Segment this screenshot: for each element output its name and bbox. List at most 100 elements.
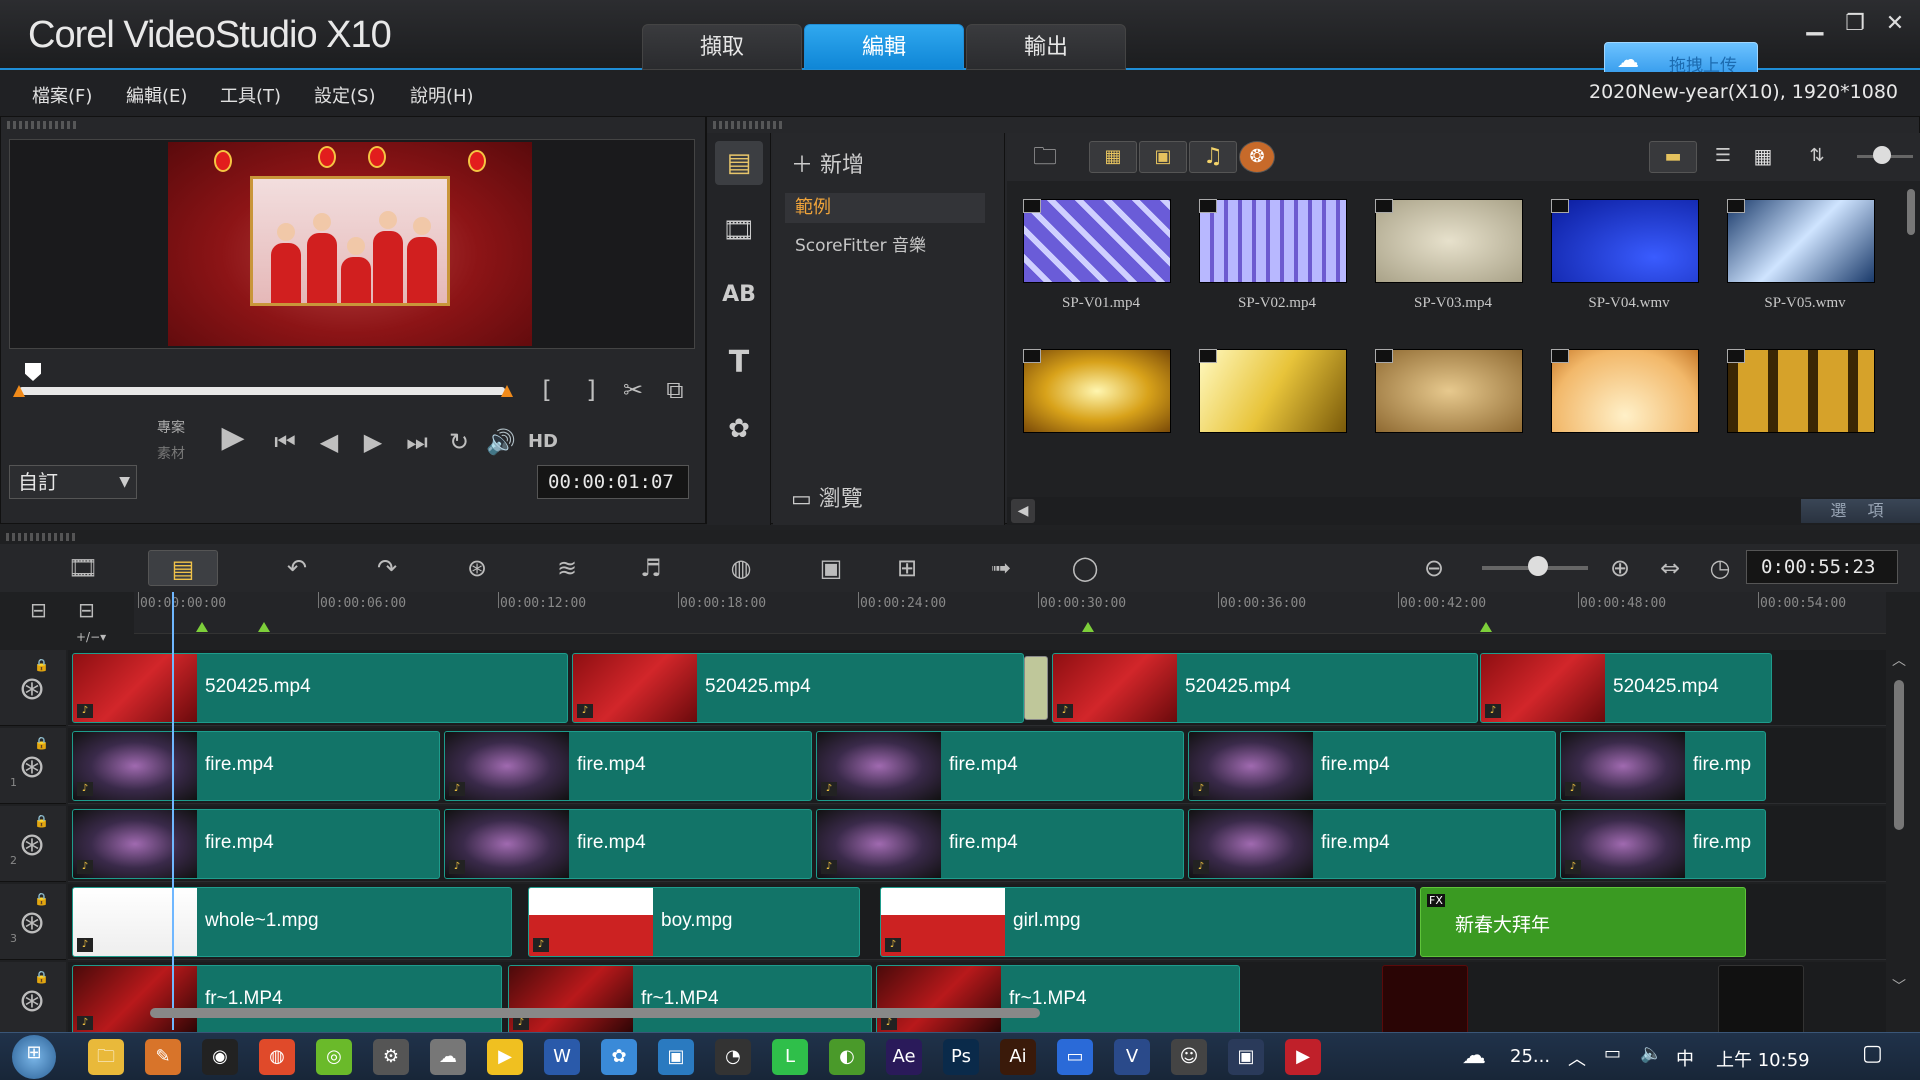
illustrator-icon[interactable]: Ai [1000, 1039, 1036, 1075]
sound-mixer-icon[interactable]: ≋ [532, 550, 602, 586]
track-header-overlay-track-1[interactable]: ⊛ 1 🔒 [0, 728, 66, 804]
timeline-playhead[interactable] [172, 592, 174, 1030]
title-icon[interactable]: T [715, 341, 763, 385]
minimize-icon[interactable]: ▁ [1800, 10, 1830, 38]
sort-icon[interactable]: ⇅ [1797, 141, 1837, 173]
timecode-field[interactable]: 00:00:01:07 [537, 465, 689, 499]
network-icon[interactable]: ▭ [1604, 1043, 1621, 1064]
media-clip[interactable]: ♪ fr~1.MP4 [876, 965, 1240, 1035]
library-item[interactable] [1013, 339, 1189, 485]
notification-icon[interactable]: ▢ [1862, 1041, 1883, 1066]
settings-icon[interactable]: ⚙ [373, 1039, 409, 1075]
media-clip[interactable]: ♪ fire.mp4 [1188, 809, 1556, 879]
next-frame-icon[interactable]: ▶ [355, 427, 391, 457]
hd-preview-button[interactable]: HD [525, 427, 561, 457]
start-icon[interactable]: ⊞ [12, 1035, 56, 1079]
media-icon[interactable]: ▤ [715, 141, 763, 185]
media-clip[interactable]: ♪ fire.mp4 [444, 731, 812, 801]
timeline-zoom-knob[interactable] [1528, 556, 1548, 576]
time-remap-icon[interactable]: ➟ [966, 550, 1036, 586]
scroll-down-icon[interactable]: ﹀ [1892, 976, 1906, 996]
cloud-app-icon[interactable]: ☁ [430, 1039, 466, 1075]
panel-grip[interactable] [713, 121, 783, 129]
clip-mode-label[interactable]: 素材 [157, 443, 185, 463]
library-item[interactable] [1541, 339, 1717, 485]
weather-icon[interactable]: ☁ [1462, 1041, 1486, 1069]
options-button[interactable]: 選 項 [1801, 499, 1920, 523]
menu-help[interactable]: 說明(H) [410, 82, 474, 108]
project-mode-label[interactable]: 專案 [157, 417, 185, 437]
timeline-horizontal-scrollbar[interactable] [150, 1008, 1040, 1018]
media-clip[interactable]: ♪ whole~1.mpg [72, 887, 512, 957]
media-clip[interactable]: ♪ fire.mp4 [816, 809, 1184, 879]
instant-project-icon[interactable]: 🎞 [715, 209, 763, 253]
scrubber-track[interactable] [19, 387, 505, 395]
zoom-in-icon[interactable]: ⊕ [1600, 550, 1640, 586]
videostudio-icon[interactable]: ▶ [1285, 1039, 1321, 1075]
file-explorer-icon[interactable]: 🗀 [88, 1039, 124, 1075]
show-audio-icon[interactable]: ♫ [1189, 141, 1237, 173]
add-folder-button[interactable]: ＋ 新增 [791, 147, 864, 179]
library-item[interactable] [1717, 339, 1893, 485]
photoshop-icon[interactable]: Ps [943, 1039, 979, 1075]
add-remove-chapter-icon[interactable]: ⊟ [78, 598, 95, 622]
media-clip-partial[interactable] [1382, 965, 1468, 1035]
media-app-icon[interactable]: ◉ [202, 1039, 238, 1075]
lock-icon[interactable]: 🔒 [34, 658, 49, 672]
undo-icon[interactable]: ↶ [262, 550, 332, 586]
media-clip[interactable]: ♪ 520425.mp4 [1480, 653, 1772, 723]
lock-icon[interactable]: 🔒 [34, 736, 49, 750]
speaker-icon[interactable]: 🔈 [1640, 1043, 1662, 1064]
overlay-track-2[interactable]: ♪ fire.mp4 ♪ fire.mp4 ♪ fire.mp4 ♪ fire.mp4 ♪ fir… [68, 806, 1886, 882]
media-clip[interactable]: ♪ 520425.mp4 [572, 653, 1024, 723]
remote-icon[interactable]: ▣ [1228, 1039, 1264, 1075]
line-icon[interactable]: L [772, 1039, 808, 1075]
media-clip[interactable]: ♪ fr~1.MP4 [508, 965, 872, 1035]
folder-samples[interactable]: 範例 [785, 193, 985, 223]
media-clip[interactable]: ♪ fire.mp4 [1188, 731, 1556, 801]
timeline-view-icon[interactable]: ▤ [148, 550, 218, 586]
folder-icon[interactable]: 🗀 [1021, 141, 1069, 173]
transition-icon[interactable]: AB [715, 273, 763, 317]
taskbar-clock[interactable]: 上午 10:59 [1716, 1046, 1810, 1072]
chapter-marker[interactable] [1082, 622, 1094, 632]
track-header-overlay-track-3[interactable]: ⊛ 3 🔒 [0, 884, 66, 960]
zoom-icon[interactable]: ▭ [1057, 1039, 1093, 1075]
thumbnail-size-knob[interactable] [1873, 146, 1891, 164]
library-scrollbar[interactable] [1907, 189, 1915, 235]
media-clip[interactable]: ♪ fire.mp4 [72, 809, 440, 879]
track-manager-icon[interactable]: ⊟ [30, 598, 47, 622]
thumbnail-view-icon[interactable]: ▬ [1649, 141, 1697, 173]
media-clip-partial[interactable] [1718, 965, 1804, 1035]
timeline-ruler[interactable]: 00:00:00:00 00:00:06:00 00:00:12:00 00:00:1… [134, 592, 1886, 634]
menu-edit[interactable]: 編輯(E) [126, 82, 187, 108]
restore-icon[interactable]: ❐ [1840, 10, 1870, 38]
lock-icon[interactable]: 🔒 [34, 892, 49, 906]
qq-icon[interactable]: ◔ [715, 1039, 751, 1075]
chapter-marker[interactable] [258, 622, 270, 632]
close-icon[interactable]: ✕ [1880, 10, 1910, 38]
scrubber-handle[interactable] [25, 363, 41, 381]
copy-icon[interactable]: ⧉ [657, 375, 693, 405]
split-clip-icon[interactable]: ✂ [615, 375, 651, 405]
ime-indicator[interactable]: 中 [1676, 1045, 1694, 1071]
library-item[interactable]: SP-V04.wmv [1541, 189, 1717, 335]
track-header-video-track[interactable]: ⊛ 🔒 [0, 650, 66, 726]
graphic-icon[interactable]: ✿ [715, 407, 763, 451]
subtitle-editor-icon[interactable]: ▣ [796, 550, 866, 586]
library-item[interactable] [1189, 339, 1365, 485]
tab-edit[interactable]: 編輯 [804, 24, 964, 70]
fit-project-icon[interactable]: ⇔ [1650, 550, 1690, 586]
chapter-marker[interactable] [196, 622, 208, 632]
show-photos-icon[interactable]: ▣ [1139, 141, 1187, 173]
overlay-track-1[interactable]: ♪ fire.mp4 ♪ fire.mp4 ♪ fire.mp4 ♪ fire.mp4 ♪ fir… [68, 728, 1886, 804]
folder-scorefitter[interactable]: ScoreFitter 音樂 [795, 231, 926, 256]
menu-file[interactable]: 檔案(F) [32, 82, 92, 108]
after-effects-icon[interactable]: Ae [886, 1039, 922, 1075]
tab-capture[interactable]: 擷取 [642, 24, 802, 70]
panel-grip[interactable] [7, 121, 77, 129]
library-item[interactable]: SP-V02.mp4 [1189, 189, 1365, 335]
lock-icon[interactable]: 🔒 [34, 970, 49, 984]
chat-icon[interactable]: ☺ [1171, 1039, 1207, 1075]
vpn-icon[interactable]: V [1114, 1039, 1150, 1075]
